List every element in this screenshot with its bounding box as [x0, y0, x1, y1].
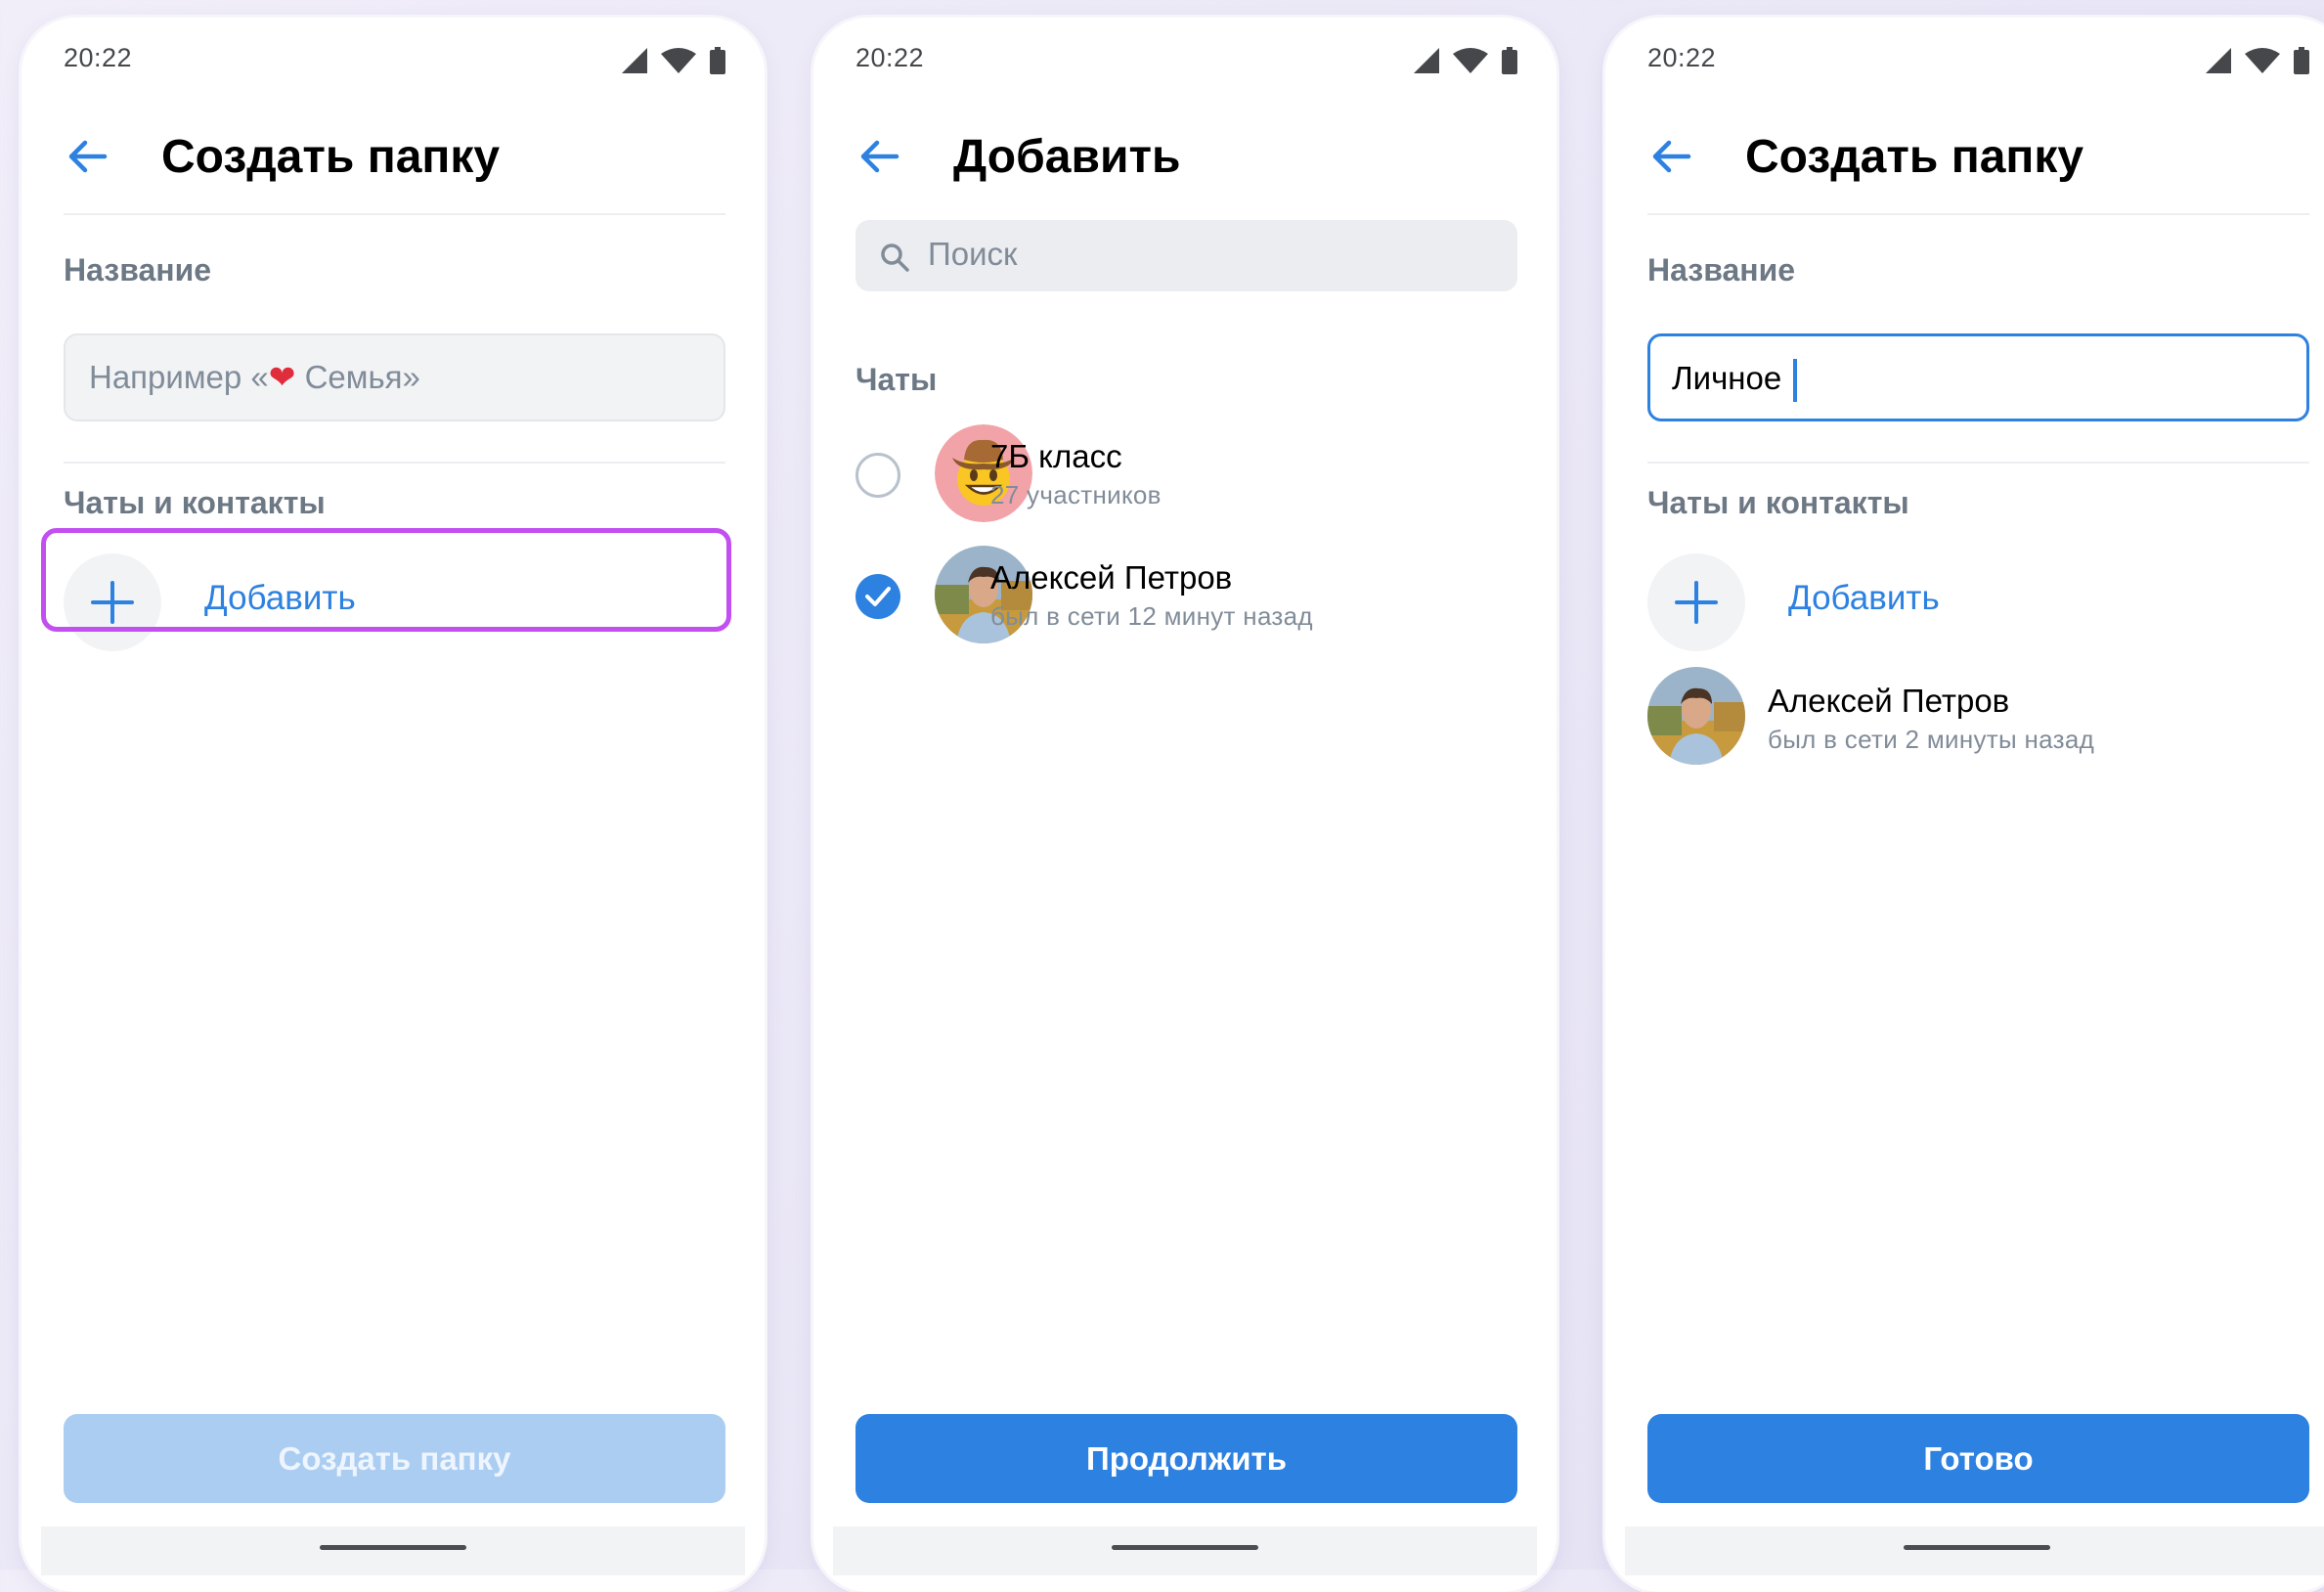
placeholder-prefix: Например « — [89, 359, 269, 395]
list-item[interactable]: Алексей Петров был в сети 12 минут назад — [855, 546, 1517, 643]
checkmark-icon — [865, 587, 891, 606]
header: Создать папку — [64, 125, 725, 194]
arrow-left-icon[interactable] — [855, 133, 902, 180]
status-bar: 20:22 — [1647, 43, 2309, 82]
header: Создать папку — [1647, 125, 2309, 194]
contact-name: Алексей Петров — [990, 559, 1233, 596]
page-title: Создать папку — [1745, 131, 2084, 183]
contacts-label: Чаты и контакты — [64, 485, 326, 520]
name-label: Название — [64, 252, 212, 287]
folder-name-input[interactable]: Личное — [1647, 333, 2309, 421]
phone-screen-create-folder-empty: 20:22 Создать папку Название Например «❤… — [22, 18, 765, 1592]
arrow-left-icon[interactable] — [1647, 133, 1694, 180]
home-indicator[interactable] — [1904, 1545, 2050, 1550]
wifi-icon — [1453, 48, 1488, 73]
status-time: 20:22 — [855, 43, 925, 72]
chats-label: Чаты — [855, 362, 938, 397]
arrow-left-icon[interactable] — [64, 133, 110, 180]
section-divider — [64, 462, 725, 464]
list-item[interactable]: Алексей Петров был в сети 2 минуты назад — [1647, 667, 2309, 765]
add-contacts-button[interactable]: Добавить — [1647, 553, 2273, 651]
signal-icon — [1414, 48, 1439, 73]
person-photo-avatar — [1647, 667, 1745, 765]
header-divider — [64, 213, 725, 215]
status-time: 20:22 — [64, 43, 133, 72]
plus-icon — [1675, 581, 1718, 624]
done-button[interactable]: Готово — [1647, 1414, 2309, 1503]
section-divider — [1647, 462, 2309, 464]
radio-checked[interactable] — [855, 574, 900, 619]
chat-name: 7Б класс — [990, 438, 1122, 474]
search-icon — [881, 243, 909, 272]
add-circle — [1647, 553, 1745, 651]
list-item[interactable]: 7Б класс 27 участников — [855, 424, 1517, 522]
search-input[interactable]: Поиск — [855, 220, 1517, 291]
contacts-label: Чаты и контакты — [1647, 485, 1909, 520]
chat-subtitle: 27 участников — [990, 480, 1162, 509]
highlight-frame — [41, 528, 731, 632]
home-indicator[interactable] — [1112, 1545, 1258, 1550]
wifi-icon — [2245, 48, 2280, 73]
text-caret — [1793, 359, 1798, 403]
status-bar: 20:22 — [855, 43, 1517, 82]
phone-screen-create-folder-filled: 20:22 Создать папку Название Личное Чаты… — [1605, 18, 2324, 1592]
name-label: Название — [1647, 252, 1796, 287]
status-bar: 20:22 — [64, 43, 725, 82]
home-indicator[interactable] — [320, 1545, 466, 1550]
navigation-bar — [1625, 1526, 2324, 1575]
contact-name: Алексей Петров — [1768, 683, 2010, 719]
battery-icon — [1502, 47, 1517, 74]
search-placeholder: Поиск — [928, 236, 1018, 272]
add-label: Добавить — [1788, 579, 1940, 617]
header: Добавить — [855, 125, 1517, 194]
battery-icon — [710, 47, 725, 74]
contact-status: был в сети 2 минуты назад — [1768, 725, 2095, 754]
page-title: Создать папку — [161, 131, 501, 183]
navigation-bar — [41, 1526, 745, 1575]
continue-button[interactable]: Продолжить — [855, 1414, 1517, 1503]
navigation-bar — [833, 1526, 1537, 1575]
page-title: Добавить — [953, 131, 1181, 183]
radio-unchecked[interactable] — [855, 453, 900, 498]
battery-icon — [2294, 47, 2309, 74]
wifi-icon — [661, 48, 696, 73]
placeholder-suffix: Семья» — [295, 359, 420, 395]
heart-icon: ❤ — [268, 359, 296, 395]
input-value: Личное — [1672, 360, 1782, 396]
contact-status: был в сети 12 минут назад — [990, 601, 1313, 631]
status-time: 20:22 — [1647, 43, 1717, 72]
phone-screen-add-chats: 20:22 Добавить Поиск Чаты 7Б класс 27 уч… — [813, 18, 1557, 1592]
header-divider — [1647, 213, 2309, 215]
folder-name-input[interactable]: Например «❤ Семья» — [64, 333, 725, 421]
create-folder-button[interactable]: Создать папку — [64, 1414, 725, 1503]
signal-icon — [2206, 48, 2231, 73]
signal-icon — [622, 48, 647, 73]
